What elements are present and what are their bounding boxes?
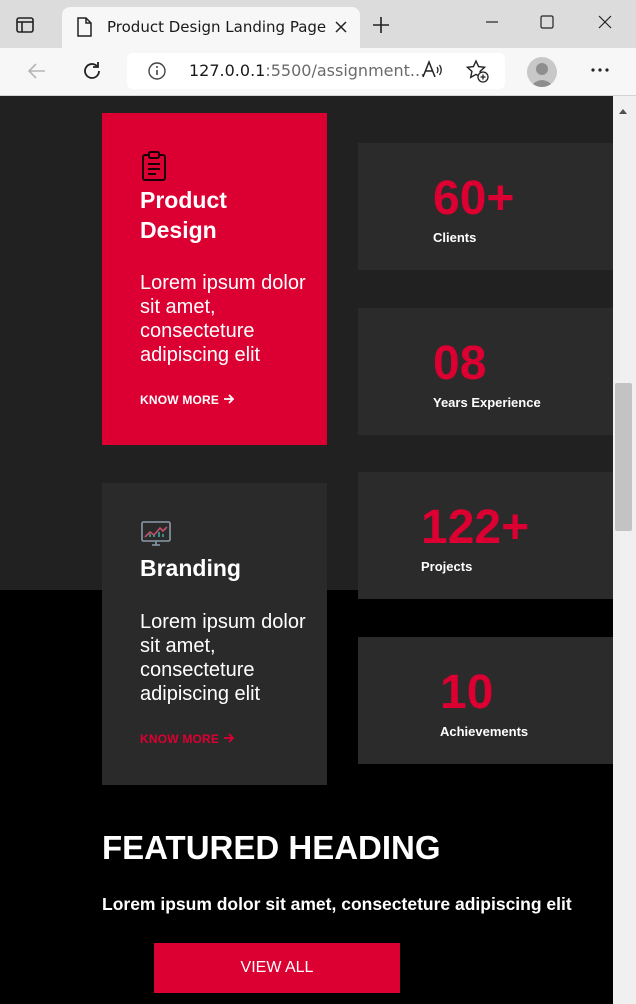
know-more-link[interactable]: KNOW MORE [140, 393, 235, 407]
stat-label: Achievements [440, 724, 529, 739]
page-icon [76, 17, 92, 42]
card-text-line: sit amet, [140, 635, 216, 657]
new-tab-icon[interactable] [370, 14, 392, 41]
stat-label: Projects [421, 559, 473, 574]
card-text-line: Lorem ipsum dolor [140, 272, 306, 294]
card-description: Lorem ipsum dolor sit amet, consecteture… [140, 610, 315, 706]
card-text-line: consecteture [140, 659, 255, 681]
profile-icon[interactable] [527, 57, 557, 87]
stat-card-experience: 08 Years Experience [358, 308, 613, 435]
window-close-icon[interactable] [595, 12, 615, 37]
favorites-icon[interactable] [464, 58, 490, 89]
info-icon[interactable] [147, 61, 167, 86]
product-design-card: Product Design Lorem ipsum dolor sit ame… [102, 113, 327, 445]
view-all-button[interactable]: VIEW ALL [154, 943, 400, 993]
address-bar[interactable]: 127.0.0.1:5500/assignment... [127, 53, 505, 89]
know-more-link[interactable]: KNOW MORE [140, 732, 235, 746]
stat-value: 60+ [433, 172, 515, 225]
browser-titlebar: Product Design Landing Page [0, 0, 636, 48]
refresh-icon[interactable] [79, 58, 105, 89]
card-title: Branding [140, 555, 241, 581]
scroll-up-icon[interactable] [618, 102, 628, 120]
card-title-line: Design [140, 217, 217, 243]
tab-actions-icon[interactable] [14, 14, 44, 42]
minimize-icon[interactable] [482, 12, 502, 37]
scrollbar-track[interactable] [613, 96, 636, 1004]
stat-value: 08 [433, 337, 487, 390]
branding-card: Branding Lorem ipsum dolor sit amet, con… [102, 483, 327, 785]
stat-card-clients: 60+ Clients [358, 143, 613, 270]
card-text-line: adipiscing elit [140, 683, 261, 705]
browser-tab[interactable]: Product Design Landing Page [62, 7, 360, 48]
maximize-icon[interactable] [537, 12, 557, 37]
card-title-line: Product [140, 187, 227, 213]
browser-toolbar: 127.0.0.1:5500/assignment... [0, 48, 636, 96]
know-more-label: KNOW MORE [140, 732, 220, 746]
clipboard-icon [140, 150, 168, 187]
arrow-right-icon [223, 393, 235, 407]
chart-monitor-icon [140, 520, 172, 553]
scrollbar-thumb[interactable] [615, 383, 632, 531]
url-host: 127.0.0.1 [189, 61, 266, 80]
url-path: :5500/assignment... [265, 61, 426, 80]
card-text-line: Lorem ipsum dolor [140, 611, 306, 633]
back-icon[interactable] [24, 58, 50, 89]
page-viewport: Product Design Lorem ipsum dolor sit ame… [0, 96, 613, 1004]
stat-label: Years Experience [433, 395, 541, 410]
card-text-line: adipiscing elit [140, 344, 261, 366]
arrow-right-icon [223, 732, 235, 746]
stat-value: 10 [440, 666, 494, 719]
close-icon[interactable] [334, 20, 348, 39]
stat-card-achievements: 10 Achievements [358, 637, 613, 764]
card-text-line: sit amet, [140, 296, 216, 318]
tab-title: Product Design Landing Page [107, 18, 327, 36]
card-title: Product Design [140, 185, 227, 245]
stat-value: 122+ [421, 501, 530, 554]
stat-card-projects: 122+ Projects [358, 472, 613, 599]
know-more-label: KNOW MORE [140, 393, 220, 407]
card-description: Lorem ipsum dolor sit amet, consecteture… [140, 271, 315, 367]
featured-heading: FEATURED HEADING [102, 829, 441, 866]
read-aloud-icon[interactable] [420, 58, 444, 87]
featured-subheading: Lorem ipsum dolor sit amet, consecteture… [102, 894, 572, 914]
url-text[interactable]: 127.0.0.1:5500/assignment... [189, 61, 425, 80]
more-icon[interactable] [588, 58, 612, 87]
card-text-line: consecteture [140, 320, 255, 342]
stat-label: Clients [433, 230, 477, 245]
